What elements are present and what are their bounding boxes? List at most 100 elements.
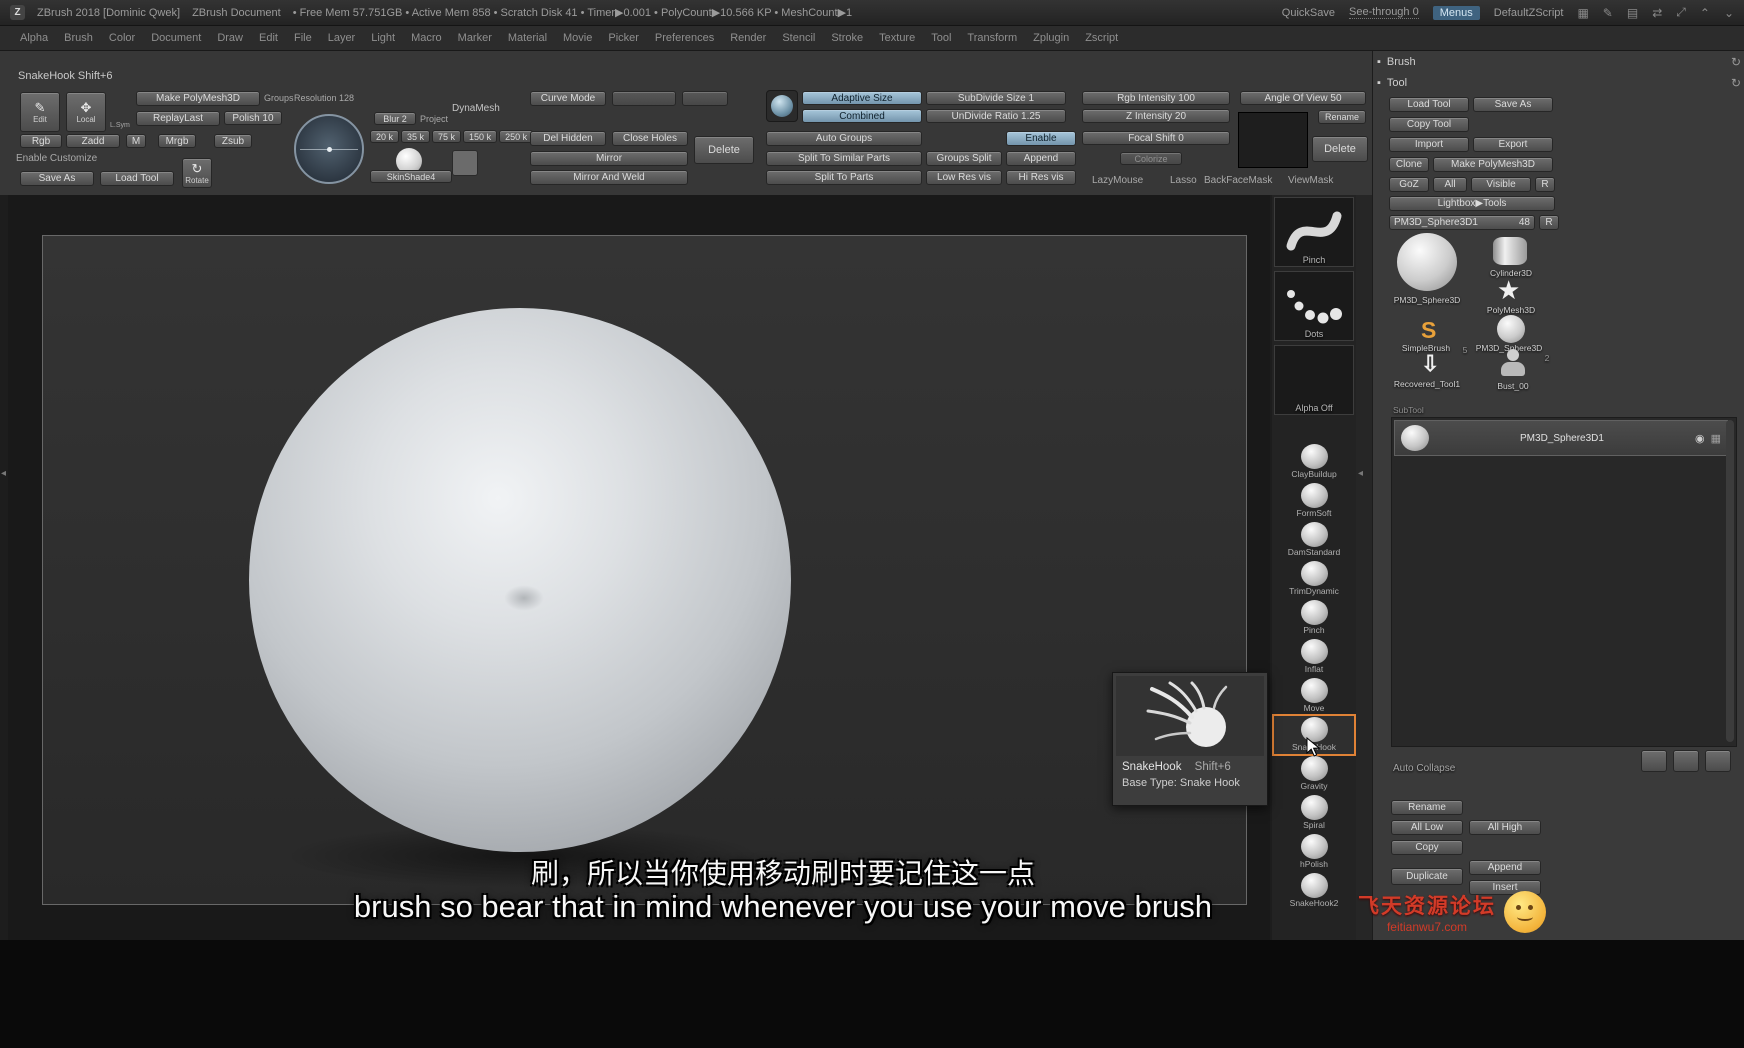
colorize-button[interactable]: Colorize	[1120, 152, 1182, 165]
menu-item[interactable]: File	[286, 29, 320, 47]
tool-r-button[interactable]: R	[1539, 215, 1559, 230]
curve-mode-button[interactable]: Curve Mode	[530, 91, 606, 106]
see-through-slider[interactable]: See-through 0	[1349, 6, 1419, 19]
menu-item[interactable]: Macro	[403, 29, 450, 47]
subdivide-size-slider[interactable]: SubDivide Size 1	[926, 91, 1066, 105]
menu-item[interactable]: Stencil	[774, 29, 823, 47]
close-holes-button[interactable]: Close Holes	[612, 131, 688, 146]
menu-item[interactable]: Edit	[251, 29, 286, 47]
make-polymesh3d-button[interactable]: Make PolyMesh3D	[136, 91, 260, 106]
goz-r-button[interactable]: R	[1535, 177, 1555, 192]
menu-item[interactable]: Light	[363, 29, 403, 47]
lsym-button[interactable]: L.Sym	[110, 122, 130, 129]
delete-button-shelf[interactable]: Delete	[1312, 136, 1368, 162]
local-button[interactable]: ✥ Local	[66, 92, 106, 132]
rotate-button[interactable]: ↻ Rotate	[182, 158, 212, 188]
rgb-intensity-slider[interactable]: Rgb Intensity 100	[1082, 91, 1230, 105]
mirror-and-weld-button[interactable]: Mirror And Weld	[530, 170, 688, 185]
lightbox-tools-button[interactable]: Lightbox▶Tools	[1389, 196, 1555, 211]
subtool-append-button[interactable]: Append	[1469, 860, 1541, 875]
lazymouse-button[interactable]: LazyMouse	[1092, 175, 1143, 186]
rgb-button[interactable]: Rgb	[20, 134, 62, 148]
dynamesh-sphere-icon[interactable]	[766, 90, 798, 122]
subtool-header[interactable]: SubTool	[1393, 405, 1424, 415]
tool-thumb-bust[interactable]	[1499, 349, 1527, 379]
viewmask-button[interactable]: ViewMask	[1288, 175, 1333, 186]
quicksave-button[interactable]: QuickSave	[1282, 7, 1335, 19]
load-tool-button[interactable]: Load Tool	[100, 171, 174, 186]
clone-button[interactable]: Clone	[1389, 157, 1429, 172]
mirror-button[interactable]: Mirror	[530, 151, 688, 166]
menu-item[interactable]: Preferences	[647, 29, 722, 47]
subtool-scrollbar[interactable]	[1726, 420, 1734, 742]
polycount-button[interactable]: 75 k	[432, 130, 462, 143]
edit-button[interactable]: ✎ Edit	[20, 92, 60, 132]
menu-item[interactable]: Marker	[450, 29, 500, 47]
m-button[interactable]: M	[126, 134, 146, 148]
brush-item[interactable]: hPolish	[1274, 833, 1354, 871]
brush-palette-header[interactable]: ▪ Brush ↻	[1377, 53, 1741, 71]
blur-slider[interactable]: Blur 2	[374, 112, 416, 125]
angle-of-view-slider[interactable]: Angle Of View 50	[1240, 91, 1366, 105]
menu-item[interactable]: Material	[500, 29, 555, 47]
brush-item[interactable]: Pinch	[1274, 599, 1354, 637]
sculpt-sphere-mesh[interactable]	[249, 308, 791, 852]
all-low-button[interactable]: All Low	[1391, 820, 1463, 835]
copy-tool-button[interactable]: Copy Tool	[1389, 117, 1469, 132]
tool-thumb-cylinder3d[interactable]	[1493, 237, 1527, 265]
brush-item[interactable]: TrimDynamic	[1274, 560, 1354, 598]
polish-slider[interactable]: Polish 10	[224, 111, 282, 125]
subtool-rename-button[interactable]: Rename	[1391, 800, 1463, 815]
grid-icon[interactable]: ▦	[1577, 6, 1588, 20]
menu-item[interactable]: Stroke	[823, 29, 871, 47]
combined-toggle[interactable]: Combined	[802, 109, 922, 123]
export-button[interactable]: Export	[1473, 137, 1553, 152]
resolution-slider[interactable]: Resolution 128	[294, 93, 354, 103]
menu-item[interactable]: Draw	[209, 29, 251, 47]
append-button[interactable]: Append	[1006, 151, 1076, 166]
auto-collapse-toggle[interactable]: Auto Collapse	[1393, 763, 1455, 774]
subtool-nav-button-2[interactable]	[1673, 750, 1699, 772]
lasso-button[interactable]: Lasso	[1170, 175, 1197, 186]
menus-toggle[interactable]: Menus	[1432, 5, 1480, 20]
polycount-button[interactable]: 20 k	[370, 130, 400, 143]
brush-item[interactable]: SnakeHook2	[1274, 872, 1354, 910]
tool-palette-header[interactable]: ▪ Tool ↻	[1377, 74, 1741, 92]
split-to-parts-button[interactable]: Split To Parts	[766, 170, 922, 185]
delete-button[interactable]: Delete	[694, 136, 754, 164]
adaptive-size-slider[interactable]: Adaptive Size	[802, 91, 922, 105]
stroke-thumbnail-dots[interactable]: Dots	[1274, 271, 1354, 341]
menu-item[interactable]: Render	[722, 29, 774, 47]
draw-focal-indicator[interactable]	[294, 114, 364, 184]
save-as-button[interactable]: Save As	[20, 171, 94, 186]
brush-thumbnail-pinch[interactable]: Pinch	[1274, 197, 1354, 267]
focal-shift-slider[interactable]: Focal Shift 0	[1082, 131, 1230, 145]
menu-item[interactable]: Brush	[56, 29, 101, 47]
tool-thumb-simplebrush[interactable]: S	[1421, 317, 1436, 344]
all-high-button[interactable]: All High	[1469, 820, 1541, 835]
goz-all-button[interactable]: All	[1433, 177, 1467, 192]
enable-customize-button[interactable]: Enable Customize	[16, 153, 97, 164]
mrgb-button[interactable]: Mrgb	[158, 134, 196, 148]
menu-item[interactable]: Alpha	[12, 29, 56, 47]
hi-res-vis-button[interactable]: Hi Res vis	[1006, 170, 1076, 185]
scroll-down-icon[interactable]: ⌄	[1724, 6, 1734, 20]
panel-make-polymesh3d-button[interactable]: Make PolyMesh3D	[1433, 157, 1553, 172]
zsub-button[interactable]: Zsub	[214, 134, 252, 148]
brush-item[interactable]: Gravity	[1274, 755, 1354, 793]
rename-button-shelf[interactable]: Rename	[1318, 110, 1366, 124]
low-res-vis-button[interactable]: Low Res vis	[926, 170, 1002, 185]
expand-icon[interactable]: ⤢	[1676, 5, 1686, 20]
material-selector-button[interactable]: SkinShade4	[370, 170, 452, 183]
alpha-thumbnail-off[interactable]: Alpha Off	[1274, 345, 1354, 415]
panel-save-as-button[interactable]: Save As	[1473, 97, 1553, 112]
brush-item[interactable]: Spiral	[1274, 794, 1354, 832]
auto-groups-button[interactable]: Auto Groups	[766, 131, 922, 146]
tool-thumb-polymesh3d-star[interactable]: ★	[1497, 275, 1520, 306]
menu-item[interactable]: Tool	[923, 29, 959, 47]
menu-item[interactable]: Texture	[871, 29, 923, 47]
polycount-button[interactable]: 35 k	[401, 130, 431, 143]
refresh-circle-icon[interactable]: ↻	[1731, 76, 1741, 90]
scroll-up-icon[interactable]: ⌃	[1700, 6, 1710, 20]
left-palette-scroll-arrow[interactable]: ◂	[1, 468, 6, 479]
